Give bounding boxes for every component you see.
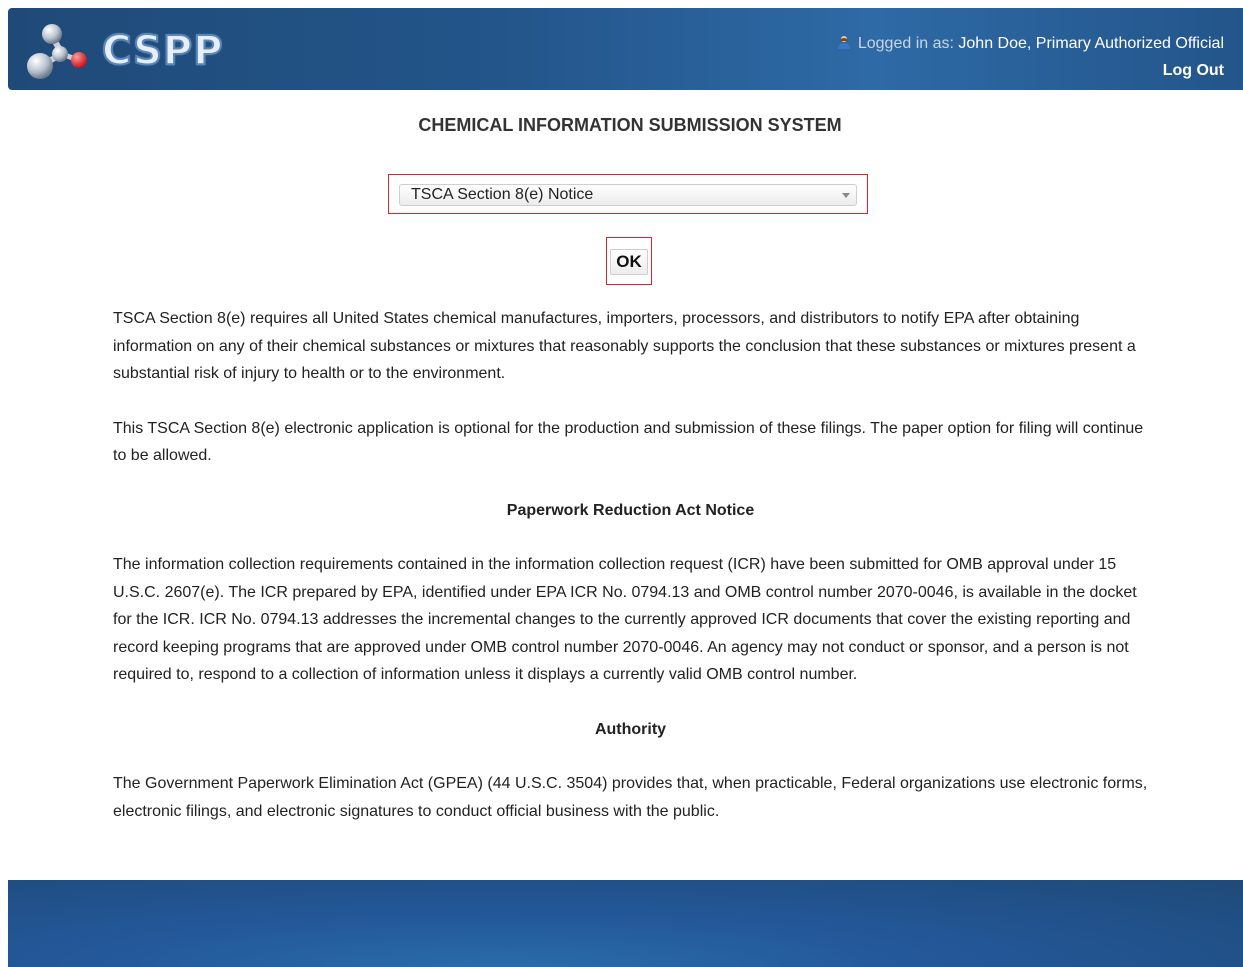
select-highlight: TSCA Section 8(e) Notice bbox=[388, 174, 868, 214]
user-info: Logged in as: John Doe, Primary Authoriz… bbox=[837, 30, 1224, 84]
header-bar: CSPP Logged in as: John Doe, Primary Aut… bbox=[8, 8, 1243, 90]
pra-paragraph: The information collection requirements … bbox=[113, 556, 1137, 683]
user-icon bbox=[838, 36, 851, 49]
logged-in-label: Logged in as: bbox=[857, 35, 954, 52]
user-name: John Doe, Primary Authorized Official bbox=[958, 35, 1224, 52]
logged-in-line: Logged in as: John Doe, Primary Authoriz… bbox=[837, 30, 1224, 57]
logout-link[interactable]: Log Out bbox=[1163, 62, 1224, 79]
cspp-logo[interactable]: CSPP bbox=[24, 20, 224, 80]
ok-highlight: OK bbox=[606, 237, 652, 285]
molecule-icon bbox=[27, 24, 87, 79]
authority-paragraph: The Government Paperwork Elimination Act… bbox=[113, 775, 1148, 820]
ok-button[interactable]: OK bbox=[610, 249, 648, 275]
authority-heading: Authority bbox=[594, 720, 667, 738]
logo-text: CSPP bbox=[101, 27, 224, 75]
optional-paragraph: This TSCA Section 8(e) electronic applic… bbox=[113, 419, 1144, 465]
page-title: CHEMICAL INFORMATION SUBMISSION SYSTEM bbox=[418, 115, 842, 135]
intro-paragraph: TSCA Section 8(e) requires all United St… bbox=[113, 310, 1136, 382]
chevron-down-icon bbox=[842, 193, 850, 198]
select-value: TSCA Section 8(e) Notice bbox=[411, 186, 594, 203]
submission-type-select[interactable]: TSCA Section 8(e) Notice bbox=[399, 184, 857, 206]
main-content: TSCA Section 8(e) requires all United St… bbox=[113, 305, 1148, 852]
pra-heading: Paperwork Reduction Act Notice bbox=[506, 501, 755, 519]
footer-bar bbox=[8, 880, 1243, 967]
